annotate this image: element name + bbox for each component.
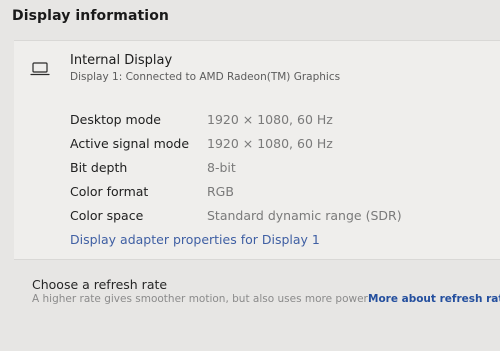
refresh-rate-title: Choose a refresh rate bbox=[32, 277, 168, 292]
info-value: 1920 × 1080, 60 Hz bbox=[207, 136, 333, 151]
info-row-active-signal-mode: Active signal mode 1920 × 1080, 60 Hz bbox=[70, 136, 490, 160]
info-row-bit-depth: Bit depth 8-bit bbox=[70, 160, 490, 184]
info-label: Active signal mode bbox=[70, 136, 190, 151]
display-connection-subtitle: Display 1: Connected to AMD Radeon(TM) G… bbox=[70, 71, 341, 83]
info-row-color-space: Color space Standard dynamic range (SDR) bbox=[70, 208, 490, 232]
info-label: Color format bbox=[70, 184, 149, 199]
info-value: 8-bit bbox=[207, 160, 236, 175]
info-label: Color space bbox=[70, 208, 144, 223]
display-adapter-properties-link[interactable]: Display adapter properties for Display 1 bbox=[70, 232, 320, 247]
display-info-card: Internal Display Display 1: Connected to… bbox=[14, 40, 500, 260]
more-about-refresh-rate-link[interactable]: More about refresh rate bbox=[368, 293, 500, 305]
refresh-rate-description: A higher rate gives smoother motion, but… bbox=[32, 293, 368, 305]
info-value: RGB bbox=[207, 184, 234, 199]
info-row-color-format: Color format RGB bbox=[70, 184, 490, 208]
info-label: Desktop mode bbox=[70, 112, 161, 127]
laptop-icon bbox=[30, 61, 50, 77]
info-value: Standard dynamic range (SDR) bbox=[207, 208, 402, 223]
info-row-desktop-mode: Desktop mode 1920 × 1080, 60 Hz bbox=[70, 112, 490, 136]
display-info-list: Desktop mode 1920 × 1080, 60 Hz Active s… bbox=[70, 112, 490, 232]
display-name: Internal Display bbox=[70, 53, 173, 68]
info-label: Bit depth bbox=[70, 160, 128, 175]
section-title: Display information bbox=[12, 8, 169, 24]
info-value: 1920 × 1080, 60 Hz bbox=[207, 112, 333, 127]
